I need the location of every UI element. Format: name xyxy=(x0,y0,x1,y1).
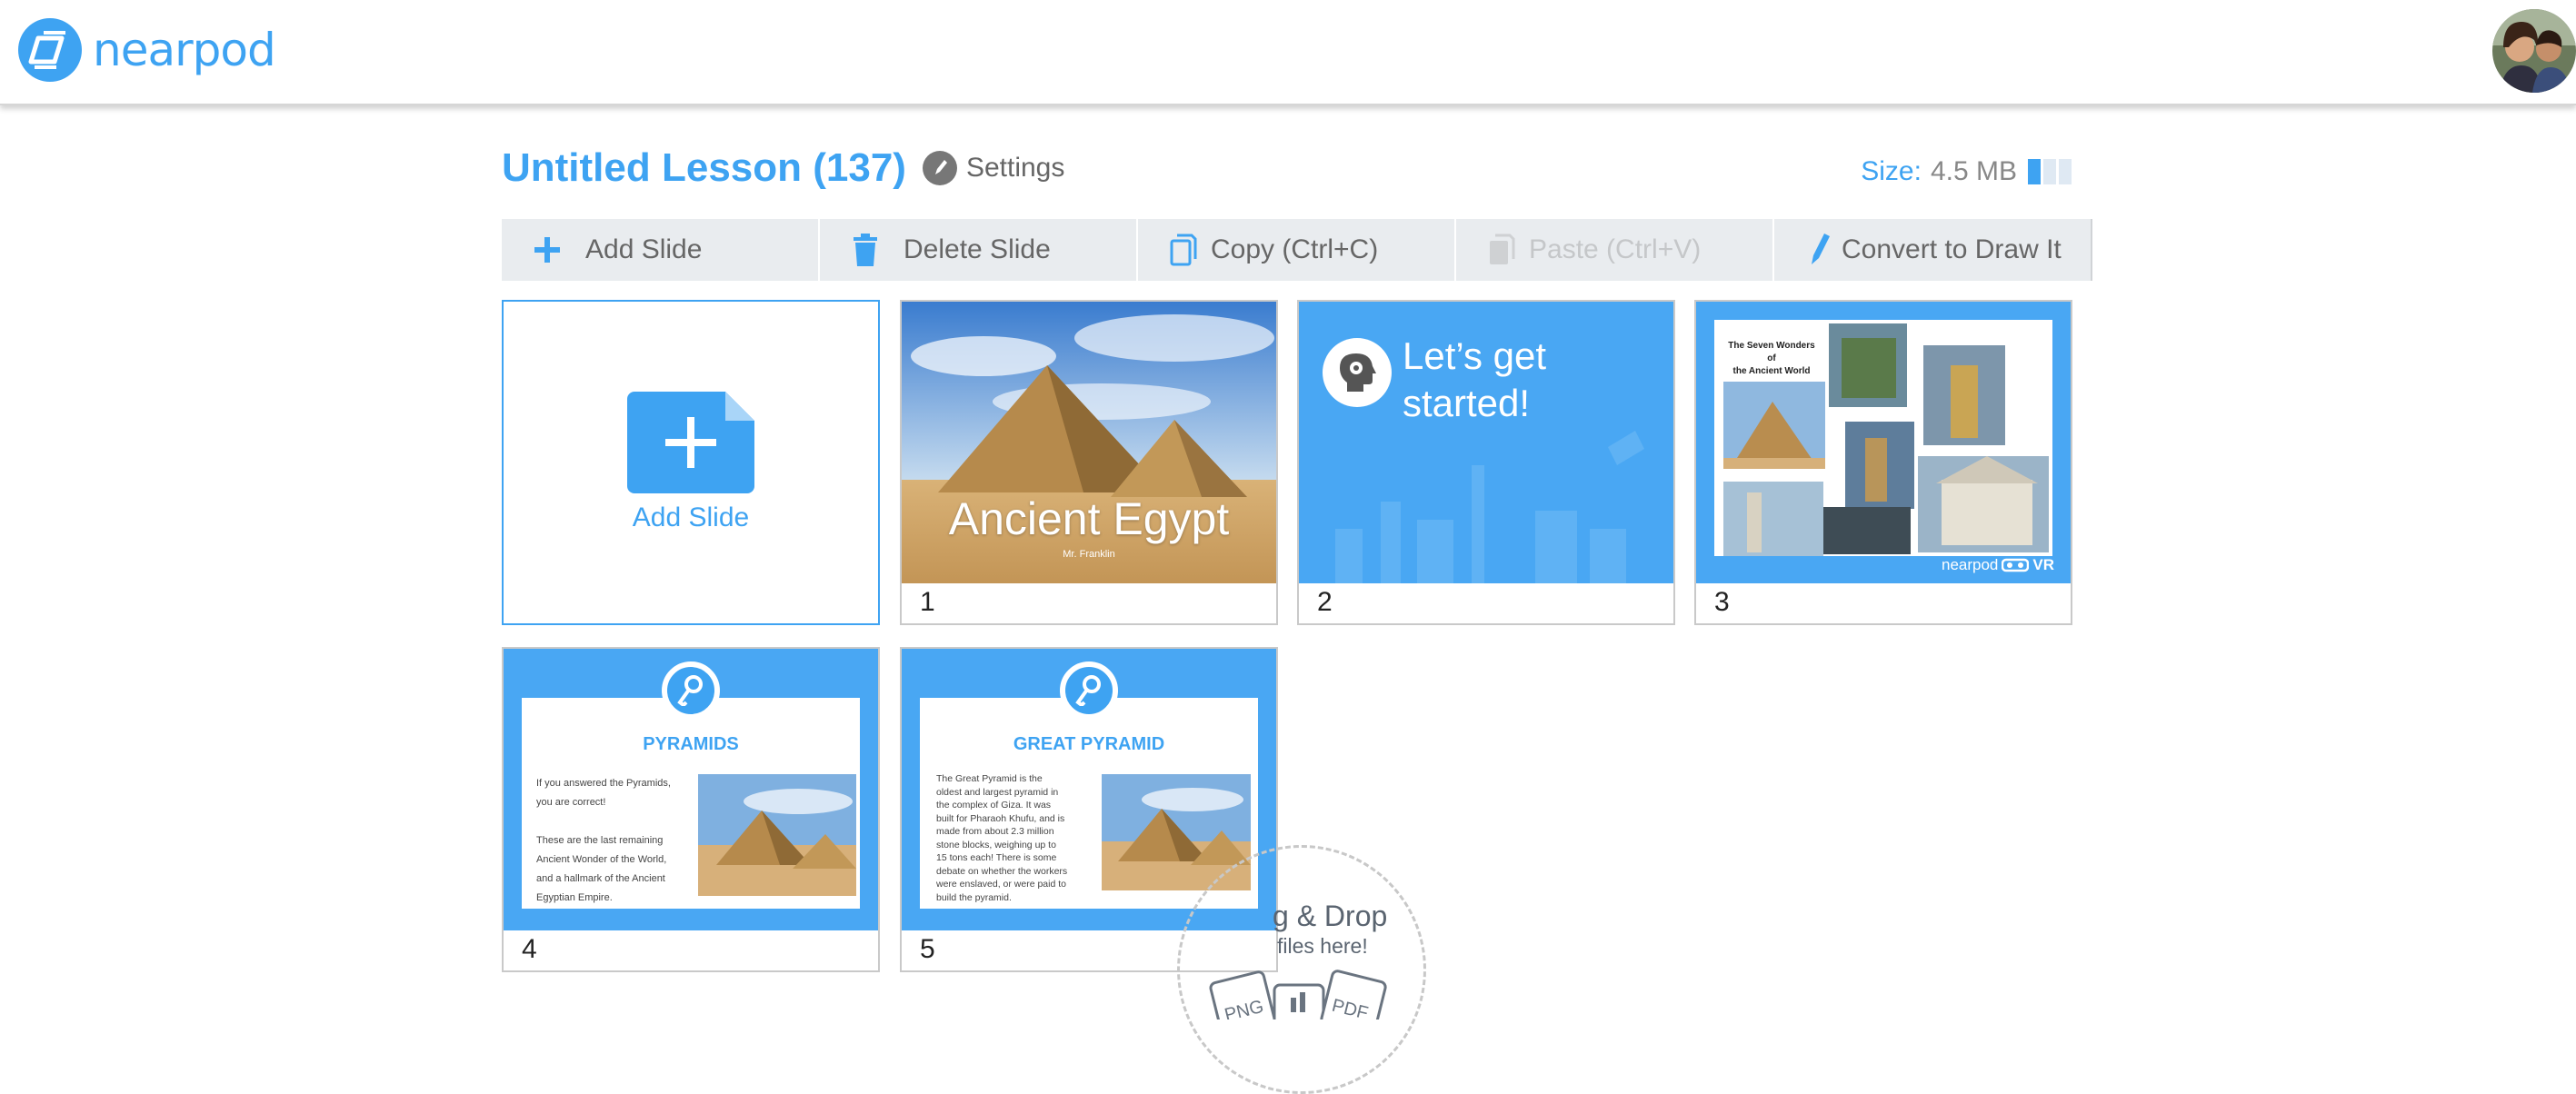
settings-label: Settings xyxy=(965,153,1065,183)
slide-4-number: 4 xyxy=(522,934,537,964)
slide-5-body: The Great Pyramid is the oldest and larg… xyxy=(936,772,1091,904)
slide-2-title: Let’s get started! xyxy=(1403,333,1546,427)
plus-icon xyxy=(529,232,565,268)
paste-icon xyxy=(1483,232,1520,268)
top-bar: nearpod xyxy=(0,0,2576,105)
add-slide-button[interactable]: Add Slide xyxy=(502,219,820,281)
paste-button[interactable]: Paste (Ctrl+V) xyxy=(1456,219,1774,281)
body-line: The Great Pyramid is the xyxy=(936,773,1043,784)
slide-4-body: If you answered the Pyramids, you are co… xyxy=(536,774,691,908)
add-slide-tile[interactable]: Add Slide xyxy=(502,300,880,625)
nearpod-vr-logo: nearpod VR xyxy=(1942,556,2054,574)
size-label: Size: xyxy=(1861,156,1922,186)
slide-1-thumbnail: Ancient Egypt Mr. Franklin xyxy=(902,302,1276,583)
slide-2[interactable]: Let’s get started! 2 xyxy=(1297,300,1675,625)
slide-1[interactable]: Ancient Egypt Mr. Franklin 1 xyxy=(900,300,1278,625)
delete-slide-button[interactable]: Delete Slide xyxy=(820,219,1138,281)
slide-4[interactable]: PYRAMIDS If you answered the Pyramids, y… xyxy=(502,647,880,972)
nearpod-logo[interactable]: nearpod xyxy=(18,18,276,82)
copy-icon xyxy=(1165,232,1202,268)
brand-name: nearpod xyxy=(93,24,276,76)
slide-1-number: 1 xyxy=(920,587,935,617)
pencil-icon xyxy=(922,151,957,185)
settings-button[interactable]: Settings xyxy=(922,151,1065,185)
body-line: stone blocks, weighing up to xyxy=(936,839,1056,850)
slide-4-thumbnail: PYRAMIDS If you answered the Pyramids, y… xyxy=(504,649,878,930)
slide-3-brand: nearpod xyxy=(1941,556,1999,573)
drag-drop-subtitle: files here! xyxy=(1277,934,1368,958)
convert-draw-it-button[interactable]: Convert to Draw It xyxy=(1774,219,2092,281)
delete-slide-label: Delete Slide xyxy=(904,234,1051,264)
lesson-title[interactable]: Untitled Lesson (137) xyxy=(502,145,906,191)
body-line: built for Pharaoh Khufu, and is xyxy=(936,812,1065,824)
file-type-icons: PNG PDF xyxy=(1209,970,1387,1019)
slide-5-card: GREAT PYRAMID The Great Pyramid is the o… xyxy=(920,698,1258,909)
new-document-icon xyxy=(627,392,754,493)
slide-5-heading: GREAT PYRAMID xyxy=(1013,734,1165,754)
slide-4-card: PYRAMIDS If you answered the Pyramids, y… xyxy=(522,698,860,909)
slide-2-number: 2 xyxy=(1317,587,1333,617)
trash-icon xyxy=(847,232,884,268)
pencil-icon xyxy=(1802,232,1838,268)
body-line: and a hallmark of the Ancient xyxy=(536,873,665,884)
slide-toolbar: Add Slide Delete Slide Copy (Ctrl+C) Pas… xyxy=(502,219,2092,281)
body-line: build the pyramid. xyxy=(936,891,1012,903)
key-icon xyxy=(662,661,720,720)
body-line: These are the last remaining xyxy=(536,835,664,846)
slide-3-brand-suffix: VR xyxy=(2032,556,2054,573)
slide-2-thumbnail: Let’s get started! xyxy=(1299,302,1673,583)
drag-drop-title: g & Drop xyxy=(1273,900,1388,932)
key-icon xyxy=(1060,661,1118,720)
head-gear-icon xyxy=(1323,338,1392,407)
vr-goggles-icon xyxy=(2002,558,2030,572)
slide-3-card: The Seven Wonders of the Ancient World xyxy=(1714,320,2052,556)
pyramid-photo xyxy=(698,774,856,896)
body-line: the complex of Giza. It was xyxy=(936,800,1052,811)
copy-button[interactable]: Copy (Ctrl+C) xyxy=(1138,219,1456,281)
body-line: made from about 2.3 million xyxy=(936,826,1054,837)
slide-3[interactable]: The Seven Wonders of the Ancient World n… xyxy=(1694,300,2072,625)
slide-1-title: Ancient Egypt xyxy=(948,493,1230,544)
nearpod-logo-icon xyxy=(18,18,82,82)
body-line: If you answered the Pyramids, xyxy=(536,778,671,789)
convert-draw-it-label: Convert to Draw It xyxy=(1842,234,2062,264)
slide-3-thumbnail: The Seven Wonders of the Ancient World n… xyxy=(1696,302,2071,583)
slide-3-number: 3 xyxy=(1714,587,1730,617)
body-line: you are correct! xyxy=(536,797,606,808)
size-meter xyxy=(2028,159,2072,184)
lesson-size: Size: 4.5 MB xyxy=(1861,156,2072,187)
add-slide-label: Add Slide xyxy=(585,234,703,264)
slide-2-title-line-1: Let’s get xyxy=(1403,334,1547,377)
body-line: were enslaved, or were paid to xyxy=(936,879,1066,890)
slide-1-subtitle: Mr. Franklin xyxy=(1063,549,1115,560)
add-slide-tile-label: Add Slide xyxy=(632,502,750,532)
body-line: debate on whether the workers xyxy=(936,865,1068,877)
lesson-title-row: Untitled Lesson (137) Settings xyxy=(502,145,1064,191)
slide-4-heading: PYRAMIDS xyxy=(643,734,739,754)
body-line: 15 tons each! There is some xyxy=(936,852,1057,863)
copy-label: Copy (Ctrl+C) xyxy=(1211,234,1379,264)
size-value: 4.5 MB xyxy=(1930,156,2017,186)
body-line: oldest and largest pyramid in xyxy=(936,786,1059,798)
slide-5-number: 5 xyxy=(920,934,935,964)
paste-label: Paste (Ctrl+V) xyxy=(1529,234,1702,264)
slide-2-title-line-2: started! xyxy=(1403,382,1531,424)
body-line: Egyptian Empire. xyxy=(536,892,613,903)
user-avatar[interactable] xyxy=(2492,9,2576,93)
chart-file-icon xyxy=(1273,983,1325,1019)
body-line: Ancient Wonder of the World, xyxy=(536,854,667,865)
